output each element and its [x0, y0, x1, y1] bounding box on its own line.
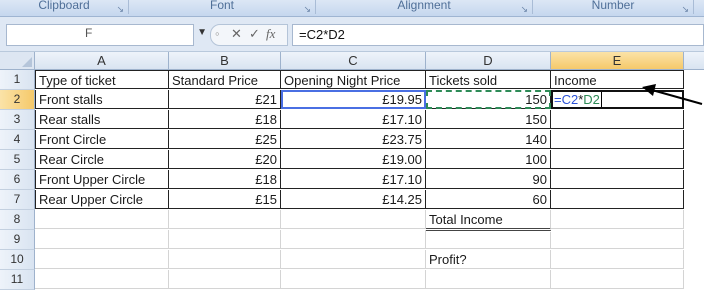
cell-c11[interactable] — [281, 270, 426, 289]
dialog-launcher-icon[interactable]: ↘ — [303, 0, 311, 16]
cell-c4[interactable]: £23.75 — [281, 130, 426, 149]
formula-ref-d2: D2 — [583, 92, 600, 107]
column-header-f[interactable] — [684, 52, 704, 70]
cell-c9[interactable] — [281, 230, 426, 249]
row-header-6[interactable]: 6 — [0, 170, 35, 190]
cell-b11[interactable] — [169, 270, 281, 289]
ribbon-group-font: Font ↘ — [129, 0, 316, 14]
dialog-launcher-icon[interactable]: ↘ — [520, 0, 528, 16]
cell-d4[interactable]: 140 — [426, 130, 551, 149]
cell-c7[interactable]: £14.25 — [281, 190, 426, 209]
row-header-11[interactable]: 11 — [0, 270, 35, 290]
cell-d10[interactable]: Profit? — [426, 250, 551, 269]
cell-d2[interactable]: 150 — [426, 90, 551, 109]
formula-text: =C2*D2 — [299, 27, 345, 42]
row-header-8[interactable]: 8 — [0, 210, 35, 230]
formula-input[interactable]: =C2*D2 — [292, 24, 704, 46]
name-box[interactable]: F ▼ — [6, 24, 207, 46]
cell-a5[interactable]: Rear Circle — [35, 150, 169, 169]
expand-icon[interactable]: ◦ — [215, 26, 220, 41]
ribbon-group-label: Clipboard — [38, 0, 90, 12]
insert-function-icon[interactable]: fx — [266, 26, 275, 42]
cell-e8[interactable] — [551, 210, 684, 229]
column-header-d[interactable]: D — [426, 52, 551, 70]
name-box-value: F — [85, 26, 93, 40]
ribbon-group-labels: Clipboard ↘ Font ↘ Alignment ↘ Number ↘ — [0, 0, 704, 17]
cell-b9[interactable] — [169, 230, 281, 249]
column-header-c[interactable]: C — [281, 52, 426, 70]
ribbon-group-alignment: Alignment ↘ — [316, 0, 533, 14]
cell-a10[interactable] — [35, 250, 169, 269]
ribbon-group-label: Alignment — [397, 0, 451, 12]
row-header-3[interactable]: 3 — [0, 110, 35, 130]
row-header-5[interactable]: 5 — [0, 150, 35, 170]
cell-b6[interactable]: £18 — [169, 170, 281, 189]
column-header-e[interactable]: E — [551, 52, 684, 70]
cell-d3[interactable]: 150 — [426, 110, 551, 129]
cell-e11[interactable] — [551, 270, 684, 289]
cell-a8[interactable] — [35, 210, 169, 229]
cell-b1[interactable]: Standard Price — [169, 70, 281, 89]
formula-ref-c2: =C2 — [554, 92, 579, 107]
cell-b7[interactable]: £15 — [169, 190, 281, 209]
enter-icon[interactable]: ✓ — [249, 26, 260, 42]
text-cursor — [600, 92, 602, 107]
row-header-4[interactable]: 4 — [0, 130, 35, 150]
cell-d11[interactable] — [426, 270, 551, 289]
cell-d9[interactable] — [426, 232, 551, 249]
cancel-icon[interactable]: ✕ — [231, 26, 242, 42]
row-header-7[interactable]: 7 — [0, 190, 35, 210]
cell-e10[interactable] — [551, 250, 684, 269]
cell-b3[interactable]: £18 — [169, 110, 281, 129]
cell-e3[interactable] — [551, 110, 684, 129]
select-all-button[interactable] — [0, 52, 35, 70]
row-header-2[interactable]: 2 — [0, 90, 35, 110]
column-header-b[interactable]: B — [169, 52, 281, 70]
dialog-launcher-icon[interactable]: ↘ — [116, 0, 124, 16]
ribbon-group-label: Font — [209, 0, 234, 12]
cell-e4[interactable] — [551, 130, 684, 149]
cell-d5[interactable]: 100 — [426, 150, 551, 169]
ribbon-group-number: Number ↘ — [533, 0, 694, 14]
cell-e5[interactable] — [551, 150, 684, 169]
cell-a4[interactable]: Front Circle — [35, 130, 169, 149]
formula-buttons: ◦ ✕ ✓ fx — [210, 24, 288, 46]
cell-d7[interactable]: 60 — [426, 190, 551, 209]
cell-b2[interactable]: £21 — [169, 90, 281, 109]
formula-bar: F ▼ ◦ ✕ ✓ fx =C2*D2 — [0, 17, 704, 52]
cell-a9[interactable] — [35, 230, 169, 249]
cell-d6[interactable]: 90 — [426, 170, 551, 189]
cell-d8[interactable]: Total Income — [426, 210, 551, 231]
ribbon-group-clipboard: Clipboard ↘ — [0, 0, 129, 14]
cell-a2[interactable]: Front stalls — [35, 90, 169, 109]
cell-a6[interactable]: Front Upper Circle — [35, 170, 169, 189]
ribbon-group-label: Number — [591, 0, 635, 12]
cell-c2[interactable]: £19.95 — [281, 90, 426, 109]
cell-e9[interactable] — [551, 230, 684, 249]
row-header-10[interactable]: 10 — [0, 250, 35, 270]
cell-c6[interactable]: £17.10 — [281, 170, 426, 189]
cell-b5[interactable]: £20 — [169, 150, 281, 169]
column-header-a[interactable]: A — [35, 52, 169, 70]
cell-a3[interactable]: Rear stalls — [35, 110, 169, 129]
cell-e6[interactable] — [551, 170, 684, 189]
cell-b10[interactable] — [169, 250, 281, 269]
cell-c8[interactable] — [281, 210, 426, 229]
cell-a11[interactable] — [35, 270, 169, 289]
dialog-launcher-icon[interactable]: ↘ — [681, 0, 689, 16]
annotation-arrow-icon — [642, 84, 703, 105]
cell-b8[interactable] — [169, 210, 281, 229]
cell-d1[interactable]: Tickets sold — [426, 70, 551, 89]
row-header-1[interactable]: 1 — [0, 70, 35, 90]
cell-a1[interactable]: Type of ticket — [35, 70, 169, 89]
cell-c3[interactable]: £17.10 — [281, 110, 426, 129]
cell-e7[interactable] — [551, 190, 684, 209]
cell-a7[interactable]: Rear Upper Circle — [35, 190, 169, 209]
cell-c5[interactable]: £19.00 — [281, 150, 426, 169]
cell-b4[interactable]: £25 — [169, 130, 281, 149]
chevron-down-icon[interactable]: ▼ — [197, 27, 207, 38]
row-header-9[interactable]: 9 — [0, 230, 35, 250]
cell-c10[interactable] — [281, 250, 426, 269]
cell-c1[interactable]: Opening Night Price — [281, 70, 426, 89]
